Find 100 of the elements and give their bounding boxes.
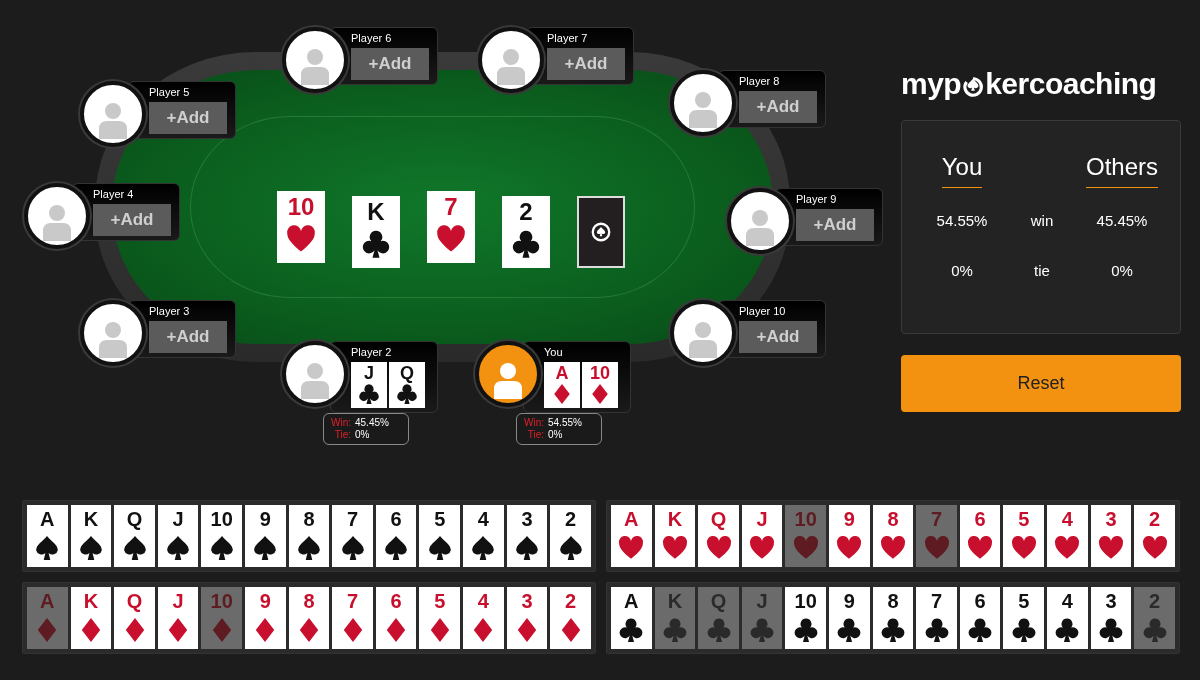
club-icon bbox=[836, 617, 863, 643]
card-button[interactable]: 3 bbox=[506, 505, 548, 567]
add-button[interactable]: +Add bbox=[796, 209, 874, 241]
add-button[interactable]: +Add bbox=[149, 321, 227, 353]
club-icon bbox=[749, 617, 776, 643]
spade-icon bbox=[383, 535, 410, 561]
card-button[interactable]: 8 bbox=[872, 587, 914, 649]
card-button[interactable]: 8 bbox=[288, 587, 330, 649]
card-button[interactable]: 2 bbox=[550, 505, 591, 567]
player-name: Player 2 bbox=[351, 345, 393, 359]
heart-icon bbox=[286, 224, 316, 254]
add-button[interactable]: +Add bbox=[149, 102, 227, 134]
card-button[interactable]: 5 bbox=[419, 505, 461, 567]
reset-button[interactable]: Reset bbox=[901, 355, 1181, 412]
stat-value: 0% bbox=[355, 429, 370, 441]
card-button[interactable]: J bbox=[157, 587, 199, 649]
heart-icon bbox=[1141, 535, 1168, 561]
add-button[interactable]: +Add bbox=[351, 48, 429, 80]
spade-icon bbox=[121, 535, 148, 561]
stat-label: Tie: bbox=[526, 429, 544, 441]
spade-icon bbox=[34, 535, 61, 561]
card-button[interactable]: 5 bbox=[1003, 587, 1045, 649]
card-button[interactable]: 4 bbox=[463, 505, 504, 567]
player-name: Player 4 bbox=[93, 187, 135, 201]
playing-card: Q bbox=[389, 362, 425, 408]
card-button[interactable]: 6 bbox=[375, 587, 417, 649]
heart-icon bbox=[923, 535, 950, 561]
playing-card: 2 bbox=[502, 196, 550, 268]
player-name: Player 10 bbox=[739, 304, 787, 318]
card-button[interactable]: A bbox=[611, 587, 652, 649]
card-button[interactable]: 3 bbox=[1090, 505, 1132, 567]
card-button[interactable]: 5 bbox=[1003, 505, 1045, 567]
club-icon bbox=[1054, 617, 1081, 643]
card-button[interactable]: Q bbox=[114, 587, 155, 649]
odds-label: tie bbox=[1034, 261, 1050, 279]
spade-icon bbox=[208, 535, 235, 561]
column-heading: You bbox=[941, 152, 983, 188]
card-button[interactable]: 8 bbox=[872, 505, 914, 567]
card-button[interactable]: Q bbox=[114, 505, 155, 567]
heart-icon bbox=[1054, 535, 1081, 561]
card-button[interactable]: 9 bbox=[829, 505, 870, 567]
club-icon bbox=[879, 617, 906, 643]
column-heading: Others bbox=[1086, 152, 1158, 188]
odds-label: win bbox=[1030, 211, 1054, 229]
spade-ring-icon bbox=[962, 76, 985, 98]
card-button[interactable]: 3 bbox=[1090, 587, 1132, 649]
player-name: You bbox=[544, 345, 564, 359]
add-button[interactable]: +Add bbox=[547, 48, 625, 80]
club-icon bbox=[792, 617, 819, 643]
spade-icon bbox=[557, 535, 584, 561]
card-button[interactable]: J bbox=[741, 505, 783, 567]
heart-icon bbox=[1010, 535, 1037, 561]
card-button[interactable]: A bbox=[611, 505, 652, 567]
club-icon bbox=[661, 617, 688, 643]
playing-card: J bbox=[351, 362, 387, 408]
heart-icon bbox=[661, 535, 688, 561]
card-button[interactable]: A bbox=[27, 505, 68, 567]
card-button[interactable]: 5 bbox=[419, 587, 461, 649]
card-button[interactable]: 4 bbox=[1047, 505, 1088, 567]
card-button[interactable]: 6 bbox=[375, 505, 417, 567]
club-icon bbox=[358, 383, 380, 405]
card-button[interactable]: K bbox=[70, 587, 112, 649]
card-button[interactable]: 7 bbox=[332, 505, 373, 567]
card-button[interactable]: 7 bbox=[332, 587, 373, 649]
card-button[interactable]: Q bbox=[698, 505, 739, 567]
heart-icon bbox=[879, 535, 906, 561]
card-button[interactable]: 7 bbox=[916, 587, 957, 649]
club-icon bbox=[1098, 617, 1124, 643]
card-button[interactable]: 6 bbox=[959, 505, 1001, 567]
card-button[interactable]: 9 bbox=[245, 587, 286, 649]
card-button[interactable]: 10 bbox=[201, 505, 243, 567]
playing-card: K bbox=[352, 196, 400, 268]
logo-text: myp bbox=[901, 67, 962, 101]
club-icon bbox=[618, 617, 645, 643]
player-name: Player 7 bbox=[547, 31, 589, 45]
card-button[interactable]: 2 bbox=[550, 587, 591, 649]
card-button[interactable]: 10 bbox=[785, 587, 827, 649]
card-button[interactable]: 9 bbox=[245, 505, 286, 567]
add-button[interactable]: +Add bbox=[739, 321, 817, 353]
stat-label: Win: bbox=[523, 417, 544, 429]
club-icon bbox=[361, 229, 391, 259]
card-button[interactable]: 8 bbox=[288, 505, 330, 567]
card-button[interactable]: 4 bbox=[1047, 587, 1088, 649]
card-button[interactable]: 2 bbox=[1134, 505, 1175, 567]
add-button[interactable]: +Add bbox=[739, 91, 817, 123]
spade-icon bbox=[295, 535, 322, 561]
spade-icon bbox=[77, 535, 104, 561]
card-button[interactable]: J bbox=[157, 505, 199, 567]
add-button[interactable]: +Add bbox=[93, 204, 171, 236]
club-icon bbox=[1010, 617, 1037, 643]
club-icon bbox=[705, 617, 732, 643]
card-button[interactable]: K bbox=[70, 505, 112, 567]
card-button[interactable]: 3 bbox=[506, 587, 548, 649]
card-button[interactable]: 6 bbox=[959, 587, 1001, 649]
card-button[interactable]: K bbox=[654, 505, 696, 567]
heart-icon bbox=[792, 535, 819, 561]
card-button[interactable]: 4 bbox=[463, 587, 504, 649]
card-button[interactable]: 9 bbox=[829, 587, 870, 649]
player-name: Player 5 bbox=[149, 85, 191, 99]
heart-icon bbox=[436, 224, 466, 254]
